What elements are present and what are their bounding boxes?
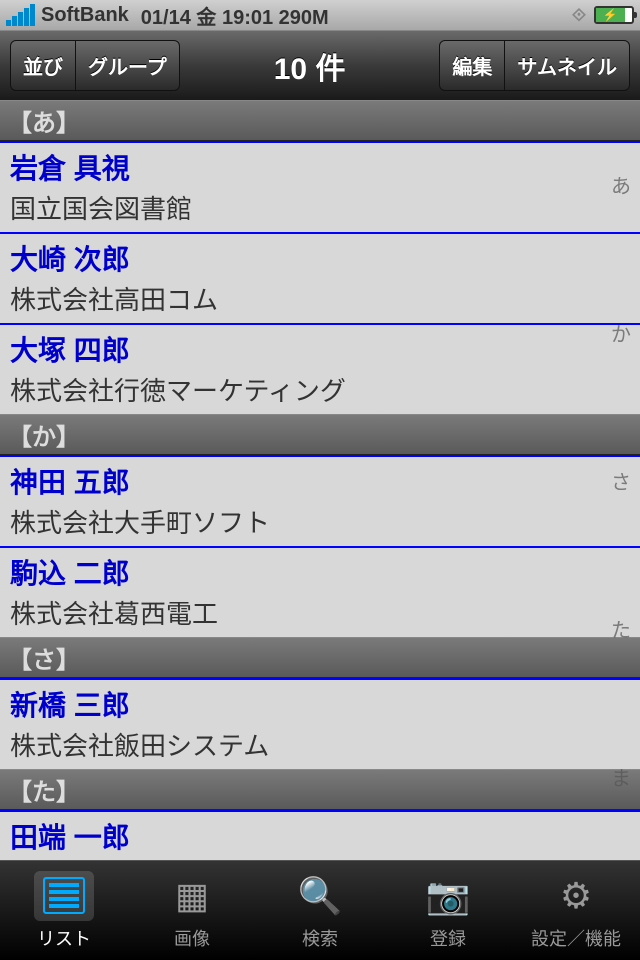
list-icon bbox=[43, 877, 85, 914]
section-header: 【さ】 bbox=[0, 637, 640, 678]
contact-name: 岩倉 具視 bbox=[10, 147, 630, 187]
tab-label: リスト bbox=[37, 925, 91, 951]
tab-label: 設定／機能 bbox=[531, 925, 621, 951]
index-letter[interactable]: さ bbox=[611, 466, 631, 495]
contact-org: 株式会社高田コム bbox=[10, 280, 630, 317]
contacts-list[interactable]: 【あ】岩倉 具視国立国会図書館大崎 次郎株式会社高田コム大塚 四郎株式会社行徳マ… bbox=[0, 100, 640, 860]
search-icon: 🔍 bbox=[298, 875, 343, 917]
tab-settings[interactable]: ⚙ 設定／機能 bbox=[512, 861, 640, 960]
battery-icon: ⚡ bbox=[594, 6, 634, 24]
list-item[interactable]: 神田 五郎株式会社大手町ソフト bbox=[0, 455, 640, 546]
contact-name: 田端 一郎 bbox=[10, 816, 630, 856]
tab-label: 登録 bbox=[430, 925, 466, 951]
contact-org: 株式会社葛西電工 bbox=[10, 594, 630, 631]
edit-button[interactable]: 編集 bbox=[439, 40, 505, 91]
gear-icon: ⚙ bbox=[560, 875, 592, 917]
contact-org: 株式会社大手町ソフト bbox=[10, 503, 630, 540]
contact-name: 大塚 四郎 bbox=[10, 329, 630, 369]
index-letter[interactable]: あ bbox=[611, 170, 631, 199]
contact-org: 国立国会図書館 bbox=[10, 189, 630, 226]
sort-button[interactable]: 並び bbox=[10, 40, 76, 91]
carrier-label: SoftBank bbox=[41, 4, 129, 27]
index-letter[interactable]: ま bbox=[611, 762, 631, 791]
image-icon: ▦ bbox=[175, 875, 209, 917]
thumbnail-button[interactable]: サムネイル bbox=[504, 40, 630, 91]
contact-name: 大崎 次郎 bbox=[10, 238, 630, 278]
list-item[interactable]: 田端 一郎南砂建設株式会社 bbox=[0, 810, 640, 860]
contact-org: 株式会社飯田システム bbox=[10, 726, 630, 763]
section-header: 【た】 bbox=[0, 769, 640, 810]
contact-name: 駒込 二郎 bbox=[10, 552, 630, 592]
tab-label: 検索 bbox=[302, 925, 338, 951]
section-header: 【か】 bbox=[0, 414, 640, 455]
list-item[interactable]: 駒込 二郎株式会社葛西電工 bbox=[0, 546, 640, 637]
bluetooth-icon: ⟐ bbox=[572, 5, 586, 26]
index-letter[interactable]: た bbox=[611, 614, 631, 643]
signal-icon bbox=[6, 4, 35, 26]
list-item[interactable]: 大塚 四郎株式会社行徳マーケティング bbox=[0, 323, 640, 414]
page-title: 10 件 bbox=[180, 44, 440, 88]
datetime-label: 01/14 金 19:01 290M bbox=[141, 1, 329, 30]
tab-label: 画像 bbox=[174, 925, 210, 951]
list-item[interactable]: 新橋 三郎株式会社飯田システム bbox=[0, 678, 640, 769]
tab-list[interactable]: リスト bbox=[0, 861, 128, 960]
tab-register[interactable]: 📷 登録 bbox=[384, 861, 512, 960]
group-button[interactable]: グループ bbox=[75, 40, 180, 91]
nav-bar: 並び グループ 10 件 編集 サムネイル bbox=[0, 30, 640, 100]
contact-org: 株式会社行徳マーケティング bbox=[10, 371, 630, 408]
camera-icon: 📷 bbox=[426, 875, 471, 917]
list-item[interactable]: 岩倉 具視国立国会図書館 bbox=[0, 141, 640, 232]
contact-name: 神田 五郎 bbox=[10, 461, 630, 501]
list-item[interactable]: 大崎 次郎株式会社高田コム bbox=[0, 232, 640, 323]
index-bar[interactable]: あかさたま bbox=[604, 110, 638, 850]
contact-name: 新橋 三郎 bbox=[10, 684, 630, 724]
tab-search[interactable]: 🔍 検索 bbox=[256, 861, 384, 960]
section-header: 【あ】 bbox=[0, 100, 640, 141]
tab-bar: リスト ▦ 画像 🔍 検索 📷 登録 ⚙ 設定／機能 bbox=[0, 860, 640, 960]
index-letter[interactable]: か bbox=[611, 318, 631, 347]
tab-image[interactable]: ▦ 画像 bbox=[128, 861, 256, 960]
status-bar: SoftBank 01/14 金 19:01 290M ⟐ ⚡ bbox=[0, 0, 640, 30]
